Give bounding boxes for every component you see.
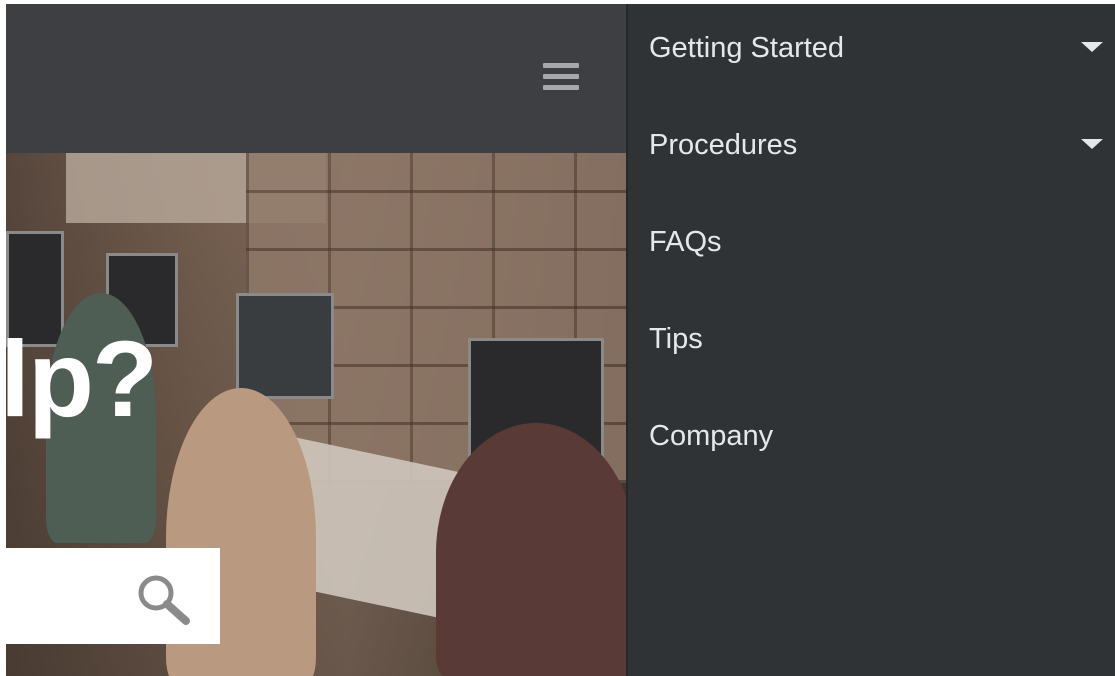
nav-item-company[interactable]: Company <box>628 392 1115 488</box>
nav-item-label: Getting Started <box>649 32 845 64</box>
search-icon[interactable] <box>132 570 194 626</box>
nav-item-getting-started[interactable]: Getting Started <box>628 4 1115 100</box>
nav-item-label: Procedures <box>649 129 798 161</box>
page-header <box>6 4 626 153</box>
hamburger-icon[interactable] <box>543 63 579 97</box>
hero-monitor <box>236 293 334 399</box>
app-frame: lp? Getting Started Procedures FAQs Tips… <box>6 4 1115 676</box>
main-page: lp? <box>6 4 626 676</box>
nav-item-faqs[interactable]: FAQs <box>628 198 1115 294</box>
nav-item-label: Company <box>649 420 774 452</box>
hero-person <box>436 423 626 676</box>
hero-title: lp? <box>6 318 158 439</box>
nav-item-procedures[interactable]: Procedures <box>628 101 1115 197</box>
nav-item-label: Tips <box>649 323 703 355</box>
caret-down-icon[interactable] <box>1081 42 1103 52</box>
nav-item-tips[interactable]: Tips <box>628 295 1115 391</box>
search-input[interactable] <box>6 548 220 644</box>
nav-menu: Getting Started Procedures FAQs Tips Com… <box>626 4 1115 676</box>
caret-down-icon[interactable] <box>1081 139 1103 149</box>
hero-image: lp? <box>6 153 626 676</box>
nav-item-label: FAQs <box>649 226 722 258</box>
